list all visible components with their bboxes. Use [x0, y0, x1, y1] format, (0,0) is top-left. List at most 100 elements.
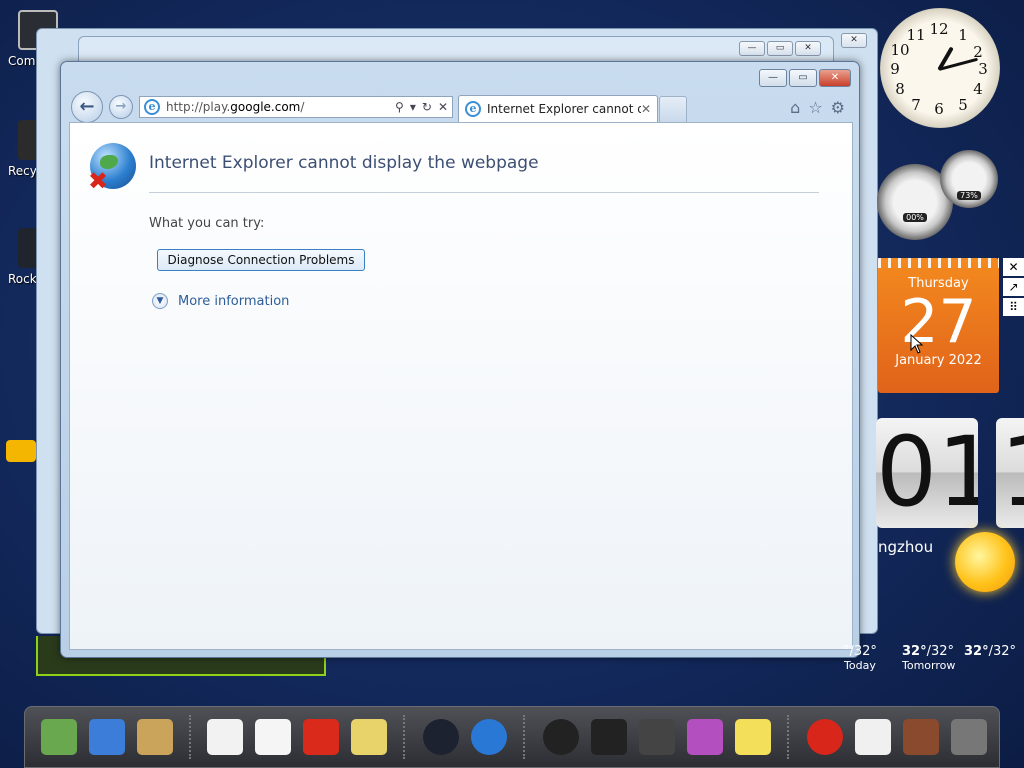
tomorrow-temp-high: 32°: [902, 644, 927, 659]
close-icon[interactable]: ✕: [1003, 258, 1024, 276]
camera-icon[interactable]: [423, 719, 459, 755]
drag-handle-icon[interactable]: ⠿: [1003, 298, 1024, 316]
tomorrow-label: Tomorrow: [902, 659, 956, 672]
angry-birds-icon[interactable]: [807, 719, 843, 755]
flip-clock-minute: 1: [996, 418, 1024, 528]
dock-separator: [189, 715, 191, 759]
android-app-icon[interactable]: [41, 719, 77, 755]
close-button[interactable]: ✕: [819, 69, 851, 87]
browser-globe-icon[interactable]: [471, 719, 507, 755]
notes-icon[interactable]: [735, 719, 771, 755]
new-tab-button[interactable]: [659, 96, 687, 122]
error-x-icon: ✖: [88, 167, 109, 195]
dock-separator: [403, 715, 405, 759]
tab-close-icon[interactable]: ✕: [641, 102, 657, 116]
trash-icon[interactable]: [951, 719, 987, 755]
page-content: ✖ Internet Explorer cannot display the w…: [69, 122, 853, 650]
ie-logo-icon: e: [465, 101, 481, 117]
clock-number: 12: [929, 20, 949, 38]
url-suffix: /: [300, 100, 305, 114]
address-url[interactable]: http://play.google.com/: [166, 100, 395, 114]
stop-icon[interactable]: ✕: [438, 100, 448, 114]
close-icon[interactable]: ✕: [841, 33, 867, 48]
what-to-try-label: What you can try:: [149, 216, 265, 231]
dock-separator: [787, 715, 789, 759]
tab-error-page[interactable]: e Internet Explorer cannot dis... ✕: [458, 95, 658, 122]
memory-meter-gadget[interactable]: 73%: [940, 150, 998, 208]
android-globe-icon[interactable]: [89, 719, 125, 755]
back-button[interactable]: ←: [71, 91, 103, 123]
clock-number: 9: [890, 60, 900, 78]
internet-explorer-window[interactable]: — ▭ ✕ ← → e http://play.google.com/ ⚲ ▾ …: [60, 61, 860, 658]
gear-icon[interactable]: ⚙: [831, 98, 845, 117]
calculator-icon[interactable]: [639, 719, 675, 755]
minimize-button[interactable]: —: [759, 69, 787, 87]
color-tv-icon[interactable]: [591, 719, 627, 755]
refresh-icon[interactable]: ↻: [422, 100, 432, 114]
maximize-button[interactable]: ▭: [789, 69, 817, 87]
photo-frame-icon[interactable]: [687, 719, 723, 755]
memory-meter-value: 73%: [957, 191, 981, 200]
window-controls: — ▭ ✕: [759, 69, 851, 87]
flip-clock-hour: 01: [876, 418, 978, 528]
gingerbread-icon[interactable]: [903, 719, 939, 755]
weather-city: ngzhou: [878, 538, 934, 556]
today-label: Today: [844, 659, 876, 672]
resize-icon[interactable]: ↗: [1003, 278, 1024, 296]
calendar-month-year: January 2022: [895, 353, 982, 368]
weather-icon[interactable]: [855, 719, 891, 755]
dropdown-arrow-icon[interactable]: ▾: [410, 100, 416, 114]
play-store-icon[interactable]: [207, 719, 243, 755]
mouse-cursor-icon: [910, 334, 924, 354]
more-information-link[interactable]: ▼ More information: [152, 293, 289, 309]
day-after-temp-low: /32°: [988, 644, 1017, 659]
clock-number: 11: [906, 26, 926, 44]
url-prefix: http://play.: [166, 100, 231, 114]
tab-title: Internet Explorer cannot dis...: [487, 102, 641, 116]
close-icon[interactable]: ✕: [795, 41, 821, 56]
chevron-down-icon: ▼: [152, 293, 168, 309]
error-title: Internet Explorer cannot display the web…: [149, 153, 539, 173]
maps-icon[interactable]: [351, 719, 387, 755]
dock-separator: [523, 715, 525, 759]
folder-android-icon[interactable]: [137, 719, 173, 755]
today-temp: °/32°: [843, 644, 877, 659]
calendar-gadget[interactable]: Thursday 27 January 2022: [878, 258, 999, 393]
speaker-icon[interactable]: [543, 719, 579, 755]
address-bar[interactable]: e http://play.google.com/ ⚲ ▾ ↻ ✕: [139, 96, 453, 118]
dock-bar: [24, 706, 1000, 768]
weather-tomorrow: 32°/32° Tomorrow: [902, 644, 955, 672]
arrow-left-icon: ←: [79, 96, 95, 117]
clock-number: 3: [978, 60, 988, 78]
weather-today: °/32° Today: [843, 644, 877, 672]
globe-error-icon: ✖: [88, 143, 136, 193]
calendar-date: 27: [900, 287, 977, 357]
forward-button[interactable]: →: [109, 95, 133, 119]
sidebar-tab[interactable]: [6, 440, 36, 462]
divider: [149, 192, 819, 193]
clock-number: 7: [911, 96, 921, 114]
calendar-rings: [878, 258, 999, 268]
gadget-side-controls: ✕ ↗ ⠿: [1003, 258, 1024, 318]
toolbar-right: ⌂ ☆ ⚙: [790, 98, 845, 117]
cpu-meter-value: 00%: [903, 213, 927, 222]
day-after-temp-high: 32°: [964, 644, 989, 659]
more-information-label: More information: [178, 293, 290, 309]
search-icon[interactable]: ⚲: [395, 100, 404, 114]
tomorrow-temp-low: /32°: [926, 644, 955, 659]
ie-logo-icon: e: [144, 99, 160, 115]
minimize-icon[interactable]: —: [739, 41, 765, 56]
gmail-icon[interactable]: [255, 719, 291, 755]
diagnose-connection-button[interactable]: Diagnose Connection Problems: [157, 249, 365, 271]
analog-clock-gadget[interactable]: 12 1 2 3 4 5 6 7 8 9 10 11: [880, 8, 1000, 128]
youtube-icon[interactable]: [303, 719, 339, 755]
url-host: google.com: [230, 100, 301, 114]
home-icon[interactable]: ⌂: [790, 98, 800, 117]
clock-number: 5: [958, 96, 968, 114]
clock-number: 8: [895, 80, 905, 98]
restore-icon[interactable]: ▭: [767, 41, 793, 56]
favorites-star-icon[interactable]: ☆: [808, 98, 822, 117]
clock-number: 6: [934, 100, 944, 118]
weather-day-after: 32°/32°: [964, 644, 1016, 659]
clock-number: 1: [958, 26, 968, 44]
